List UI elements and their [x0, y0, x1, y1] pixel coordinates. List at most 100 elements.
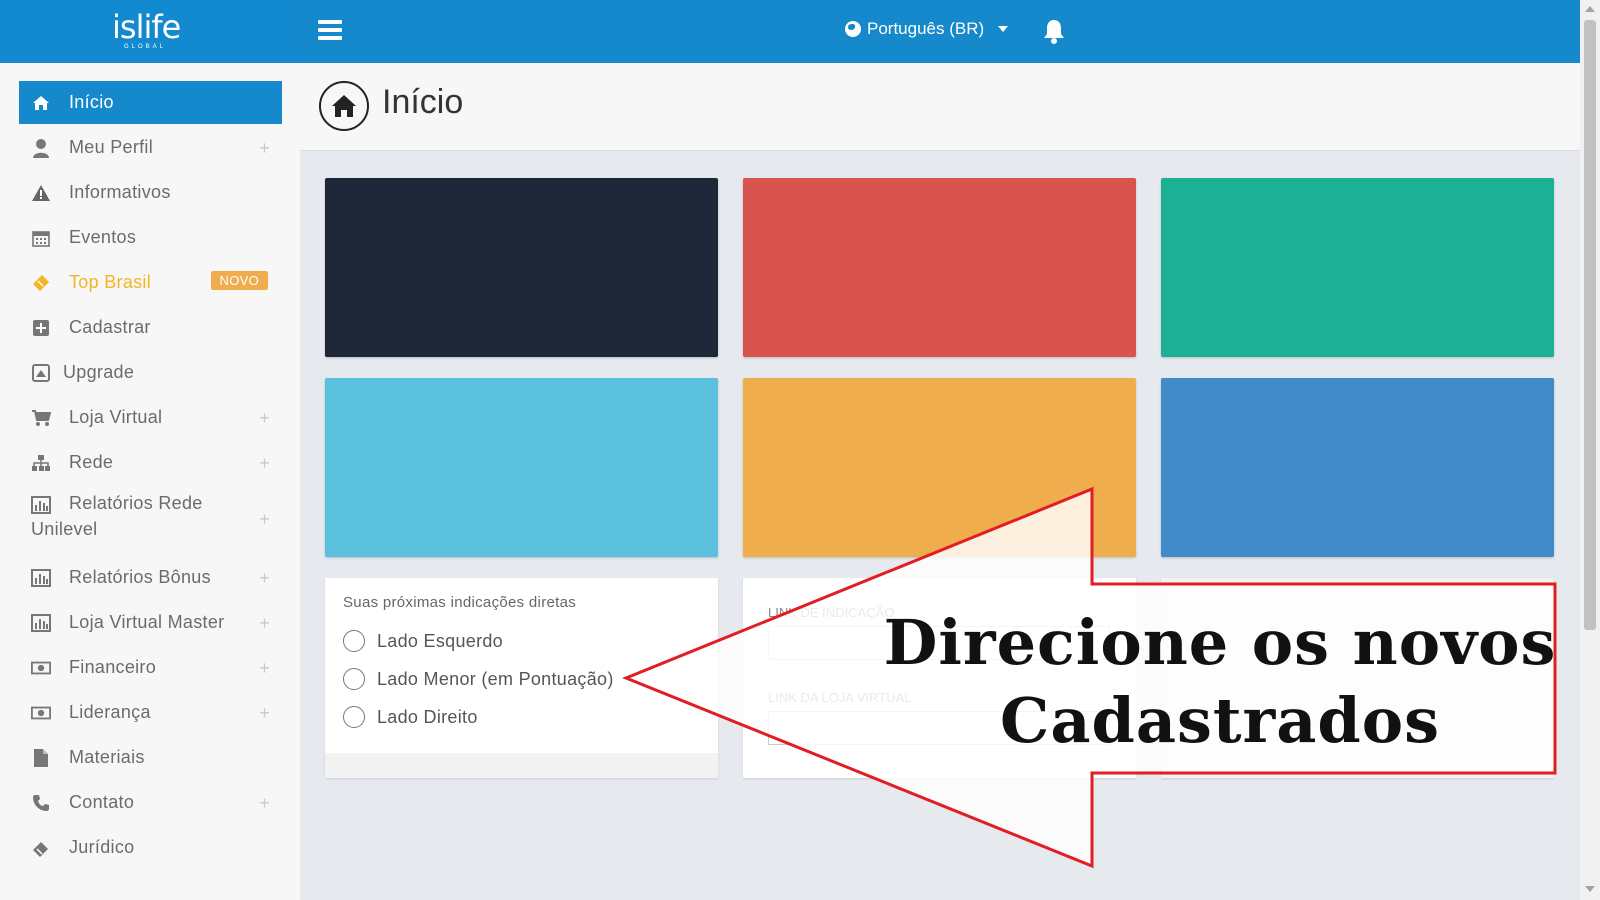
bar-chart-icon [31, 495, 51, 515]
expand-plus-icon[interactable]: + [259, 408, 270, 429]
expand-plus-icon[interactable]: + [259, 613, 270, 634]
sidebar-item-label: Início [69, 92, 114, 112]
sidebar-item-relatorios-bonus[interactable]: Relatórios Bônus + [19, 556, 282, 599]
referral-side-panel: Suas próximas indicações diretas Lado Es… [325, 578, 718, 778]
sidebar-item-label: Materiais [69, 747, 145, 767]
radio-label: Lado Direito [377, 706, 478, 727]
user-icon [31, 138, 51, 158]
referral-link-label: LINK DE INDICAÇÃO [768, 605, 895, 620]
money-icon [31, 703, 51, 723]
dashboard-tile[interactable] [1161, 378, 1554, 557]
radio-label: Lado Esquerdo [377, 630, 503, 651]
sidebar-item-upgrade[interactable]: Upgrade [19, 351, 282, 394]
plus-square-icon [31, 318, 51, 338]
radio-lado-direito[interactable]: Lado Direito [343, 706, 478, 728]
sidebar-item-label: Eventos [69, 227, 137, 247]
cart-icon [31, 408, 51, 428]
sidebar-item-label: Cadastrar [69, 317, 151, 337]
sidebar-item-label: Meu Perfil [69, 137, 154, 157]
language-selector[interactable]: Português (BR) [845, 19, 1009, 39]
globe-icon [845, 21, 861, 37]
radio-lado-esquerdo[interactable]: Lado Esquerdo [343, 630, 503, 652]
calendar-icon [31, 228, 51, 248]
language-label: Português (BR) [867, 19, 985, 38]
sidebar-item-label: Liderança [69, 702, 151, 722]
phone-icon [31, 793, 51, 813]
scroll-up-arrow-icon[interactable] [1585, 6, 1595, 12]
sidebar-item-loja-virtual[interactable]: Loja Virtual + [19, 396, 282, 439]
sidebar-item-relatorios-rede-unilevel[interactable]: Relatórios Rede Unilevel + [19, 489, 282, 545]
logo-subtext: GLOBAL [124, 44, 167, 50]
sitemap-icon [31, 453, 51, 473]
sidebar-item-label: Loja Virtual Master [69, 612, 225, 632]
sidebar-item-label: Informativos [69, 182, 171, 202]
annotation-line-1: Direcione os novos [883, 606, 1557, 679]
sidebar-item-label: Jurídico [69, 837, 135, 857]
sidebar-item-financeiro[interactable]: Financeiro + [19, 646, 282, 689]
expand-plus-icon[interactable]: + [259, 793, 270, 814]
dashboard-tile[interactable] [743, 178, 1136, 357]
sidebar-item-meu-perfil[interactable]: Meu Perfil + [19, 126, 282, 169]
logo[interactable]: islife GLOBAL [0, 0, 300, 63]
home-icon [319, 81, 369, 131]
dashboard-tile[interactable] [1161, 178, 1554, 357]
expand-plus-icon[interactable]: + [259, 138, 270, 159]
warning-icon [31, 183, 51, 203]
bell-icon[interactable] [1043, 18, 1065, 44]
scroll-down-arrow-icon[interactable] [1585, 886, 1595, 892]
sidebar-item-label-continued: Unilevel [31, 519, 98, 539]
logo-text: islife [112, 8, 181, 46]
file-icon [31, 748, 51, 768]
page-title: Início [382, 83, 464, 121]
sidebar-item-inicio[interactable]: Início [19, 81, 282, 124]
expand-plus-icon[interactable]: + [259, 568, 270, 589]
sidebar-item-label: Top Brasil [69, 272, 152, 292]
sidebar-item-contato[interactable]: Contato + [19, 781, 282, 824]
page-scrollbar[interactable] [1580, 0, 1600, 900]
sidebar-item-label: Financeiro [69, 657, 157, 677]
caret-down-icon [998, 26, 1009, 32]
sidebar-item-top-brasil[interactable]: Top Brasil NOVO [19, 261, 282, 304]
upgrade-icon [31, 363, 51, 383]
home-icon [31, 93, 51, 113]
radio-circle-icon[interactable] [343, 668, 365, 690]
expand-plus-icon[interactable]: + [259, 703, 270, 724]
sidebar-item-label: Contato [69, 792, 135, 812]
sidebar-item-juridico[interactable]: Jurídico [19, 826, 282, 869]
panel-footer [325, 753, 718, 778]
dashboard-tile[interactable] [325, 178, 718, 357]
scroll-thumb[interactable] [1584, 20, 1596, 630]
new-badge: NOVO [210, 271, 268, 290]
panel-title: Suas próximas indicações diretas [343, 594, 577, 611]
sidebar-item-label: Relatórios Bônus [69, 567, 211, 587]
expand-plus-icon[interactable]: + [259, 658, 270, 679]
sidebar-item-materiais[interactable]: Materiais [19, 736, 282, 779]
radio-circle-icon[interactable] [343, 706, 365, 728]
gavel-icon [31, 838, 51, 858]
dashboard-tile[interactable] [743, 378, 1136, 557]
top-bar: islife GLOBAL Português (BR) [0, 0, 1580, 63]
bar-chart-icon [31, 613, 51, 633]
sidebar-item-eventos[interactable]: Eventos [19, 216, 282, 259]
sidebar-item-label: Loja Virtual [69, 407, 163, 427]
expand-plus-icon[interactable]: + [259, 509, 270, 530]
annotation-line-2: Cadastrados [999, 684, 1441, 757]
radio-lado-menor[interactable]: Lado Menor (em Pontuação) [343, 668, 614, 690]
ticket-icon [31, 273, 51, 293]
money-icon [31, 658, 51, 678]
sidebar-item-rede[interactable]: Rede + [19, 441, 282, 484]
sidebar-item-label: Rede [69, 452, 114, 472]
page-header: Início [300, 63, 1580, 151]
sidebar-item-label: Upgrade [63, 362, 135, 382]
expand-plus-icon[interactable]: + [259, 453, 270, 474]
dashboard-tile[interactable] [325, 378, 718, 557]
radio-circle-icon[interactable] [343, 630, 365, 652]
sidebar-item-lideranca[interactable]: Liderança + [19, 691, 282, 734]
sidebar-item-cadastrar[interactable]: Cadastrar [19, 306, 282, 349]
menu-toggle-icon[interactable] [318, 20, 342, 40]
sidebar-item-informativos[interactable]: Informativos [19, 171, 282, 214]
radio-label: Lado Menor (em Pontuação) [377, 668, 614, 689]
sidebar: Início Meu Perfil + Informativos Eventos… [0, 63, 300, 900]
sidebar-item-label: Relatórios Rede [69, 493, 203, 513]
sidebar-item-loja-virtual-master[interactable]: Loja Virtual Master + [19, 601, 282, 644]
